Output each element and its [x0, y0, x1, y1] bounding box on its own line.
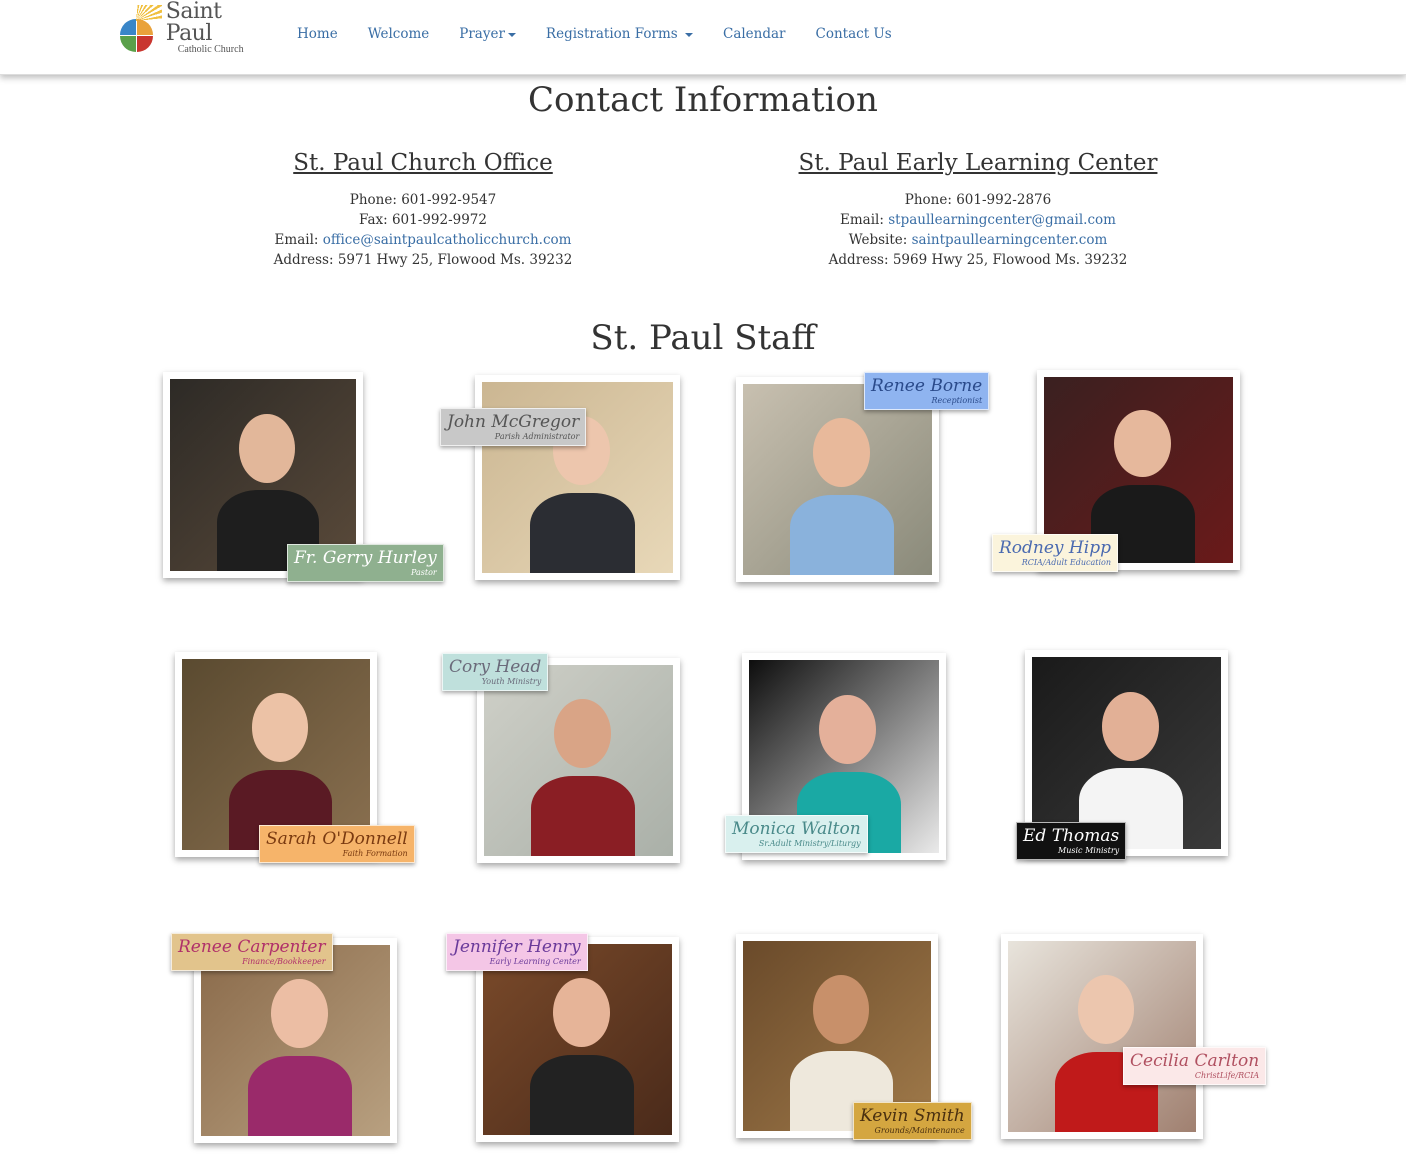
nav-calendar[interactable]: Calendar [723, 26, 786, 42]
learning-center-email-link[interactable]: stpaullearningcenter@gmail.com [888, 212, 1116, 228]
staff-card[interactable]: Ed Thomas Music Ministry [1016, 650, 1228, 860]
staff-card[interactable]: Rodney Hipp RCIA/Adult Education [992, 370, 1240, 572]
staff-name-tag: Fr. Gerry Hurley Pastor [287, 544, 444, 582]
learning-center-website-line: Website: saintpaullearningcenter.com [728, 230, 1228, 250]
staff-name-tag: Sarah O'Donnell Faith Formation [259, 825, 415, 863]
church-office-address: Address: 5971 Hwy 25, Flowood Ms. 39232 [273, 252, 573, 268]
church-office-email-link[interactable]: office@saintpaulcatholicchurch.com [323, 232, 572, 248]
staff-name: Fr. Gerry Hurley [294, 548, 437, 568]
staff-name: Cory Head [449, 657, 542, 677]
staff-name: Ed Thomas [1023, 826, 1120, 846]
staff-title: St. Paul Staff [590, 318, 816, 358]
staff-photo [201, 945, 390, 1136]
staff-card[interactable]: Sarah O'Donnell Faith Formation [175, 652, 415, 863]
staff-role: Receptionist [931, 396, 983, 405]
page-title: Contact Information [528, 80, 878, 120]
staff-name: John McGregor [447, 412, 580, 432]
staff-card[interactable]: Cory Head Youth Ministry [442, 653, 680, 863]
learning-center-heading: St. Paul Early Learning Center [798, 150, 1158, 176]
staff-name-tag: Renee Carpenter Finance/Bookkeeper [171, 933, 333, 971]
caret-down-icon [684, 32, 693, 37]
logo-cross-icon [118, 5, 162, 52]
staff-card[interactable]: Cecilia Carlton ChristLife/RCIA [1001, 934, 1267, 1139]
staff-card[interactable]: Renee Borne Receptionist [736, 372, 990, 582]
church-office-fax: Fax: 601-992-9972 [359, 212, 487, 228]
staff-name: Cecilia Carlton [1130, 1051, 1260, 1071]
church-office-info: St. Paul Church Office Phone: 601-992-95… [173, 150, 673, 270]
staff-role: ChristLife/RCIA [1194, 1071, 1260, 1080]
staff-name: Sarah O'Donnell [266, 829, 408, 849]
nav-prayer-dropdown[interactable]: Prayer [459, 26, 516, 42]
nav-prayer-label: Prayer [459, 26, 505, 42]
learning-center-address: Address: 5969 Hwy 25, Flowood Ms. 39232 [828, 252, 1128, 268]
staff-name: Jennifer Henry [453, 937, 581, 957]
staff-name-tag: John McGregor Parish Administrator [440, 408, 587, 446]
staff-role: Youth Ministry [481, 677, 542, 686]
main-nav: Home Welcome Prayer Registration Forms C… [297, 26, 922, 42]
staff-photo [170, 379, 356, 571]
email-label: Email: [274, 232, 323, 248]
nav-registration-label: Registration Forms [545, 26, 678, 42]
staff-photo [1032, 657, 1221, 849]
staff-name-tag: Jennifer Henry Early Learning Center [446, 933, 588, 971]
logo-title: Saint Paul [165, 0, 222, 46]
staff-role: Faith Formation [342, 849, 408, 858]
staff-card[interactable]: John McGregor Parish Administrator [440, 375, 680, 580]
staff-role: Finance/Bookkeeper [242, 957, 326, 966]
staff-name-tag: Rodney Hipp RCIA/Adult Education [992, 534, 1118, 572]
staff-photo [483, 944, 672, 1135]
learning-center-email-line: Email: stpaullearningcenter@gmail.com [728, 210, 1228, 230]
staff-name-tag: Kevin Smith Grounds/Maintenance [853, 1102, 972, 1140]
staff-role: Pastor [411, 568, 437, 577]
staff-role: Sr.Adult Ministry/Liturgy [758, 839, 861, 848]
website-label: Website: [848, 232, 912, 248]
email-label: Email: [840, 212, 889, 228]
staff-role: RCIA/Adult Education [1021, 558, 1111, 567]
staff-photo [743, 384, 932, 575]
staff-role: Grounds/Maintenance [874, 1126, 965, 1135]
staff-card[interactable]: Renee Carpenter Finance/Bookkeeper [171, 933, 397, 1143]
staff-name: Kevin Smith [860, 1106, 965, 1126]
learning-center-info: St. Paul Early Learning Center Phone: 60… [728, 150, 1228, 270]
nav-home[interactable]: Home [297, 26, 338, 42]
staff-card[interactable]: Monica Walton Sr.Adult Ministry/Liturgy [725, 653, 946, 860]
staff-role: Parish Administrator [494, 432, 580, 441]
learning-center-website-link[interactable]: saintpaullearningcenter.com [912, 232, 1108, 248]
staff-name-tag: Ed Thomas Music Ministry [1016, 822, 1127, 860]
staff-card[interactable]: Fr. Gerry Hurley Pastor [163, 372, 444, 582]
navbar: Saint Paul Catholic Church Home Welcome … [0, 0, 1406, 75]
staff-photo [182, 659, 370, 850]
staff-role: Early Learning Center [489, 957, 581, 966]
church-logo[interactable]: Saint Paul Catholic Church [118, 0, 268, 55]
staff-photo [1008, 941, 1196, 1132]
staff-name-tag: Cory Head Youth Ministry [442, 653, 549, 691]
staff-name-tag: Monica Walton Sr.Adult Ministry/Liturgy [725, 815, 868, 853]
staff-role: Music Ministry [1058, 846, 1120, 855]
staff-name: Rodney Hipp [999, 538, 1111, 558]
staff-name-tag: Renee Borne Receptionist [864, 372, 990, 410]
church-office-phone: Phone: 601-992-9547 [349, 192, 497, 208]
nav-registration-dropdown[interactable]: Registration Forms [546, 26, 693, 42]
church-office-email-line: Email: office@saintpaulcatholicchurch.co… [173, 230, 673, 250]
staff-name: Monica Walton [732, 819, 861, 839]
staff-card[interactable]: Jennifer Henry Early Learning Center [446, 933, 679, 1142]
learning-center-phone: Phone: 601-992-2876 [904, 192, 1052, 208]
staff-name-tag: Cecilia Carlton ChristLife/RCIA [1123, 1047, 1267, 1085]
staff-name: Renee Borne [871, 376, 983, 396]
caret-down-icon [507, 32, 516, 37]
staff-photo [484, 665, 673, 856]
nav-contact[interactable]: Contact Us [816, 26, 892, 42]
church-office-heading: St. Paul Church Office [293, 150, 553, 176]
staff-card[interactable]: Kevin Smith Grounds/Maintenance [736, 934, 972, 1140]
logo-subtitle: Catholic Church [177, 44, 244, 55]
staff-name: Renee Carpenter [178, 937, 326, 957]
nav-welcome[interactable]: Welcome [368, 26, 430, 42]
